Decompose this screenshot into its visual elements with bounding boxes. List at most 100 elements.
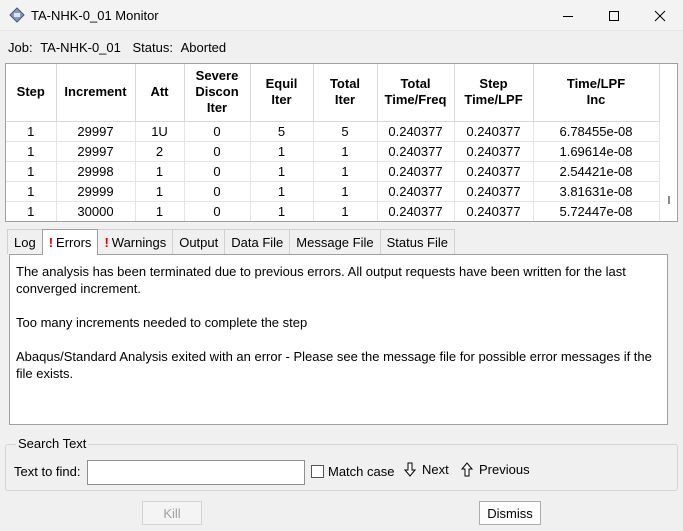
- minimize-button[interactable]: [545, 0, 591, 31]
- search-text-group: Search Text Text to find: Match case Nex…: [5, 436, 678, 491]
- next-button[interactable]: Next: [404, 462, 449, 477]
- table-cell: 29997: [56, 121, 136, 142]
- previous-label: Previous: [479, 462, 530, 477]
- table-cell: 5: [313, 121, 378, 142]
- status-label: Status:: [132, 40, 173, 55]
- table-cell: 1: [6, 141, 57, 162]
- arrow-up-icon: [461, 462, 473, 477]
- table-cell: 2: [135, 141, 185, 162]
- table-cell: 1: [6, 201, 57, 221]
- table-cell: 1: [135, 181, 185, 202]
- table-row[interactable]: 1 30000 1 0 1 1 0.240377 0.240377 5.72447e-08: [6, 201, 660, 221]
- tab-bar: Log! Errors! Warnings Output Data File Messag…: [7, 229, 456, 255]
- increment-grid: Step Increment Att Severe Discon Iter Equil …: [6, 64, 660, 221]
- match-case-checkbox[interactable]: [311, 465, 324, 478]
- table-cell: 0: [184, 161, 251, 182]
- table-cell: 1: [135, 201, 185, 221]
- table-cell: 0.240377: [454, 121, 534, 142]
- status-value: Aborted: [180, 40, 227, 55]
- find-input[interactable]: [87, 460, 305, 485]
- table-cell: 29998: [56, 161, 136, 182]
- app-icon: [9, 7, 25, 23]
- table-cell: 0: [184, 141, 251, 162]
- maximize-button[interactable]: [591, 0, 637, 31]
- column-header[interactable]: Total Time/Freq: [377, 64, 455, 122]
- tab-warnings[interactable]: ! Warnings: [97, 229, 174, 254]
- tab-errors[interactable]: ! Errors: [41, 229, 99, 255]
- search-group-title: Search Text: [16, 436, 89, 451]
- match-case-label: Match case: [328, 464, 395, 479]
- table-cell: 0.240377: [454, 181, 534, 202]
- job-label: Job:: [8, 40, 33, 55]
- table-row[interactable]: 1 29998 1 0 1 1 0.240377 0.240377 2.54421e-08: [6, 161, 660, 182]
- table-cell: 0.240377: [454, 141, 534, 162]
- table-cell: 1: [250, 141, 314, 162]
- increment-table[interactable]: Step Increment Att Severe Discon Iter Equil …: [5, 63, 678, 222]
- errors-text-area[interactable]: The analysis has been terminated due to …: [9, 254, 668, 425]
- column-header[interactable]: Increment: [56, 64, 136, 122]
- column-header[interactable]: Att: [135, 64, 185, 122]
- column-header[interactable]: Total Iter: [313, 64, 378, 122]
- table-cell: 0.240377: [454, 161, 534, 182]
- table-cell: 5: [250, 121, 314, 142]
- job-name: TA-NHK-0_01: [40, 40, 121, 55]
- tab-message-file[interactable]: Message File: [289, 229, 381, 254]
- table-cell: 1: [6, 181, 57, 202]
- column-header[interactable]: Time/LPF Inc: [533, 64, 660, 122]
- kill-button[interactable]: Kill: [142, 501, 202, 525]
- tab-label: Errors: [56, 235, 92, 250]
- window-title: TA-NHK-0_01 Monitor: [31, 8, 159, 23]
- tab-label: Log: [14, 234, 36, 250]
- table-cell: 1U: [135, 121, 185, 142]
- table-cell: 6.78455e-08: [533, 121, 660, 142]
- column-header[interactable]: Severe Discon Iter: [184, 64, 251, 122]
- tab-label: Status File: [386, 234, 449, 250]
- table-cell: 1: [313, 141, 378, 162]
- minimize-icon: [563, 15, 573, 17]
- table-cell: 5.72447e-08: [533, 201, 660, 221]
- next-label: Next: [422, 462, 449, 477]
- table-cell: 0: [184, 181, 251, 202]
- table-cell: 0: [184, 201, 251, 221]
- tab-label: Output: [179, 234, 219, 250]
- table-cell: 0.240377: [377, 201, 455, 221]
- tab-status-file[interactable]: Status File: [379, 229, 456, 254]
- table-cell: 1: [250, 201, 314, 221]
- error-message: Abaqus/Standard Analysis exited with an …: [16, 349, 652, 381]
- table-cell: 1: [250, 181, 314, 202]
- table-row[interactable]: 1 29999 1 0 1 1 0.240377 0.240377 3.81631e-08: [6, 181, 660, 202]
- table-cell: 1: [6, 121, 57, 142]
- table-cell: 0.240377: [454, 201, 534, 221]
- dismiss-button[interactable]: Dismiss: [479, 501, 541, 525]
- tab-output[interactable]: Output: [172, 229, 226, 254]
- tab-data-file[interactable]: Data File: [224, 229, 291, 254]
- table-scrollbar[interactable]: [660, 64, 677, 221]
- error-flag-icon: !: [48, 235, 54, 250]
- close-icon: [654, 10, 666, 21]
- table-row[interactable]: 1 29997 1U 0 5 5 0.240377 0.240377 6.78455e-08: [6, 121, 660, 142]
- error-flag-icon: !: [104, 234, 109, 250]
- table-cell: 1: [135, 161, 185, 182]
- column-header[interactable]: Equil Iter: [250, 64, 314, 122]
- column-header[interactable]: Step: [6, 64, 57, 122]
- previous-button[interactable]: Previous: [461, 462, 530, 477]
- column-header[interactable]: Step Time/LPF: [454, 64, 534, 122]
- table-cell: 1: [250, 161, 314, 182]
- table-cell: 30000: [56, 201, 136, 221]
- table-cell: 29999: [56, 181, 136, 202]
- table-cell: 1.69614e-08: [533, 141, 660, 162]
- error-message: The analysis has been terminated due to …: [16, 264, 626, 296]
- close-button[interactable]: [637, 0, 683, 31]
- error-message: Too many increments needed to complete t…: [16, 315, 308, 330]
- table-cell: 1: [313, 161, 378, 182]
- scrollbar-thumb[interactable]: [668, 196, 670, 204]
- tab-label: Data File: [231, 234, 284, 250]
- tab-label: Message File: [296, 234, 374, 250]
- table-row[interactable]: 1 29997 2 0 1 1 0.240377 0.240377 1.69614e-08: [6, 141, 660, 162]
- table-cell: 29997: [56, 141, 136, 162]
- tab-log[interactable]: Log: [7, 229, 43, 254]
- table-cell: 2.54421e-08: [533, 161, 660, 182]
- job-status-line: Job: TA-NHK-0_01 Status: Aborted: [8, 40, 226, 55]
- table-cell: 0: [184, 121, 251, 142]
- table-cell: 0.240377: [377, 121, 455, 142]
